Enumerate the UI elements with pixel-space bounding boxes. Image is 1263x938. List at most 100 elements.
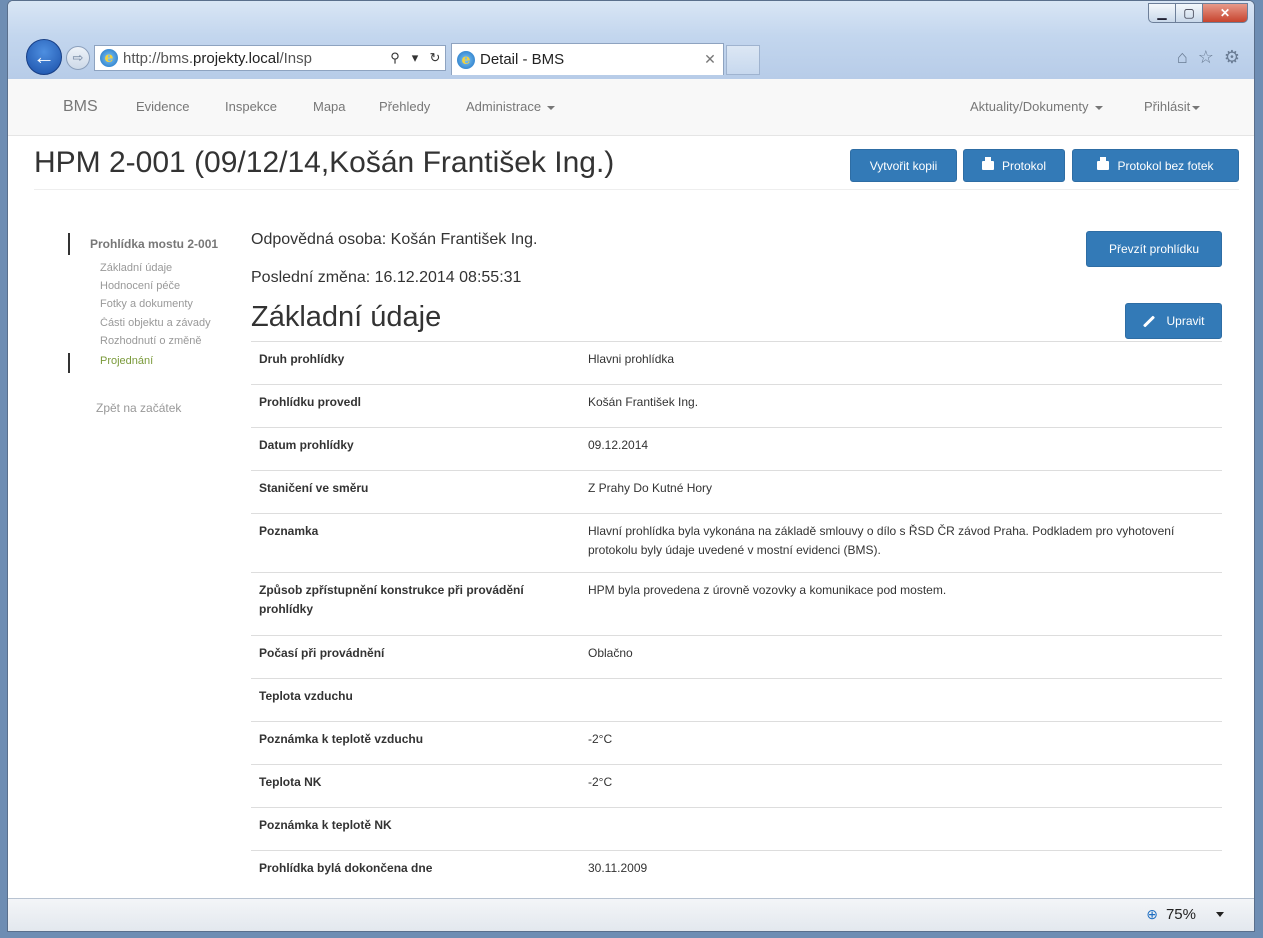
sidebar-active-marker xyxy=(68,233,70,255)
nav-prihlasit-label: Přihlásit xyxy=(1144,99,1191,114)
edit-button[interactable]: Upravit xyxy=(1125,303,1222,339)
protocol-label: Protokol xyxy=(1001,158,1047,173)
settings-gear-icon[interactable]: ⚙ xyxy=(1224,47,1240,68)
table-row: Prohlídka bylá dokončena dne 30.11.2009 xyxy=(251,850,1222,894)
dropdown-arrow-icon[interactable]: ▾ xyxy=(405,50,425,66)
table-row: Poznámka k teplotě NK xyxy=(251,807,1222,851)
print-icon xyxy=(1097,157,1110,170)
nav-evidence[interactable]: Evidence xyxy=(136,99,189,114)
table-row: Staničení ve směru Z Prahy Do Kutné Hory xyxy=(251,470,1222,514)
sidebar-item-casti-objektu[interactable]: Části objektu a závady xyxy=(100,317,228,329)
tab-title: Detail - BMS xyxy=(480,51,565,68)
detail-key: Prohlídku provedl xyxy=(251,384,580,428)
table-row: Poznamka Hlavní prohlídka byla vykonána n… xyxy=(251,513,1222,573)
favorites-star-icon[interactable]: ☆ xyxy=(1198,47,1214,68)
protocol-button[interactable]: Protokol xyxy=(963,149,1065,182)
detail-value: Hlavni prohlídka xyxy=(580,341,1222,385)
detail-key: Teplota NK xyxy=(251,764,580,808)
caret-down-icon xyxy=(1192,105,1201,110)
nav-administrace-label: Administrace xyxy=(466,99,542,114)
sidebar-item-rozhodnuti[interactable]: Rozhodnutí o změně xyxy=(100,335,228,347)
table-row: Datum prohlídky 09.12.2014 xyxy=(251,427,1222,471)
detail-value: Oblačno xyxy=(580,635,1222,679)
sidebar-item-main[interactable]: Prohlídka mostu 2-001 xyxy=(90,237,228,251)
nav-administrace[interactable]: Administrace xyxy=(466,99,556,114)
browser-chrome: ▁ ▢ ✕ ← ⇨ e http://bms.projekty.local/In… xyxy=(8,1,1254,80)
detail-key: Druh prohlídky xyxy=(251,341,580,385)
table-row: Počasí při provádnění Oblačno xyxy=(251,635,1222,679)
ie-tab-icon: e xyxy=(457,50,475,69)
forward-button[interactable]: ⇨ xyxy=(66,46,90,70)
back-arrow-icon: ← xyxy=(33,44,55,69)
nav-aktuality-label: Aktuality/Dokumenty xyxy=(970,99,1089,114)
details-table: Druh prohlídky Hlavni prohlídka Prohlídku… xyxy=(251,341,1222,894)
zoom-level: 75% xyxy=(1165,906,1196,923)
sidebar-item-fotky[interactable]: Fotky a dokumenty xyxy=(100,298,228,310)
url-domain: projekty.local xyxy=(193,49,280,67)
detail-key: Staničení ve směru xyxy=(251,470,580,514)
browser-toolbar-right: ⌂ ☆ ⚙ xyxy=(1177,47,1240,68)
brand-link[interactable]: BMS xyxy=(63,98,98,116)
window-controls: ▁ ▢ ✕ xyxy=(1148,3,1248,23)
maximize-button[interactable]: ▢ xyxy=(1175,3,1203,23)
caret-down-icon xyxy=(547,105,556,110)
detail-value: HPM byla provedena z úrovně vozovky a ko… xyxy=(580,572,1222,636)
table-row: Teplota NK -2°C xyxy=(251,764,1222,808)
detail-value: 09.12.2014 xyxy=(580,427,1222,471)
detail-key: Způsob zpřístupnění konstrukce při prová… xyxy=(251,572,580,636)
nav-mapa[interactable]: Mapa xyxy=(313,99,346,114)
search-icon[interactable]: ⚲ xyxy=(385,50,405,66)
detail-key: Počasí při provádnění xyxy=(251,635,580,679)
caret-down-icon xyxy=(1094,105,1103,110)
browser-window: ▁ ▢ ✕ ← ⇨ e http://bms.projekty.local/In… xyxy=(7,0,1255,932)
nav-inspekce[interactable]: Inspekce xyxy=(225,99,277,114)
minimize-button[interactable]: ▁ xyxy=(1148,3,1176,23)
new-tab-button[interactable] xyxy=(726,45,760,75)
detail-value: Z Prahy Do Kutné Hory xyxy=(580,470,1222,514)
sidebar-item-hodnoceni-pece[interactable]: Hodnocení péče xyxy=(100,280,228,292)
sidebar-item-projednani[interactable]: Projednání xyxy=(100,355,228,367)
create-copy-button[interactable]: Vytvořit kopii xyxy=(850,149,957,182)
detail-value xyxy=(580,678,1222,722)
detail-value: -2°C xyxy=(580,764,1222,808)
nav-aktuality[interactable]: Aktuality/Dokumenty xyxy=(970,99,1103,114)
zoom-dropdown-icon[interactable] xyxy=(1216,912,1224,917)
address-bar[interactable]: e http://bms.projekty.local/Insp ⚲ ▾ ↻ xyxy=(94,45,446,71)
responsible-person: Odpovědná osoba: Košán František Ing. xyxy=(251,231,538,248)
zoom-magnifier-icon: ⊕ xyxy=(1146,906,1158,922)
detail-key: Teplota vzduchu xyxy=(251,678,580,722)
sidebar-back-link[interactable]: Zpět na začátek xyxy=(96,401,224,415)
table-row: Prohlídku provedl Košán František Ing. xyxy=(251,384,1222,428)
detail-value xyxy=(580,807,1222,851)
home-icon[interactable]: ⌂ xyxy=(1177,47,1188,68)
back-button[interactable]: ← xyxy=(26,39,62,75)
detail-key: Prohlídka bylá dokončena dne xyxy=(251,850,580,894)
status-bar: ⊕ 75% xyxy=(8,898,1254,931)
nav-prehledy[interactable]: Přehledy xyxy=(379,99,430,114)
close-tab-icon[interactable]: ✕ xyxy=(697,51,723,68)
close-window-button[interactable]: ✕ xyxy=(1202,3,1248,23)
last-change: Poslední změna: 16.12.2014 08:55:31 xyxy=(251,269,522,286)
detail-value: -2°C xyxy=(580,721,1222,765)
table-row: Způsob zpřístupnění konstrukce při prová… xyxy=(251,572,1222,636)
protocol-no-photos-button[interactable]: Protokol bez fotek xyxy=(1072,149,1239,182)
zoom-control[interactable]: ⊕ 75% xyxy=(1146,906,1224,923)
table-row: Poznámka k teplotě vzduchu -2°C xyxy=(251,721,1222,765)
take-over-button[interactable]: Převzít prohlídku xyxy=(1086,231,1222,267)
url-path: /Insp xyxy=(279,49,312,67)
protocol-no-photos-label: Protokol bez fotek xyxy=(1117,158,1214,173)
pencil-icon xyxy=(1143,314,1156,328)
detail-value: Košán František Ing. xyxy=(580,384,1222,428)
nav-prihlasit[interactable]: Přihlásit xyxy=(1144,99,1201,114)
table-row: Teplota vzduchu xyxy=(251,678,1222,722)
page-title: HPM 2-001 (09/12/14,Košán František Ing.… xyxy=(34,146,615,179)
address-url[interactable]: http://bms.projekty.local/Insp xyxy=(123,50,385,67)
detail-key: Poznámka k teplotě NK xyxy=(251,807,580,851)
edit-label: Upravit xyxy=(1166,314,1205,328)
url-scheme: http://bms. xyxy=(123,49,194,67)
refresh-icon[interactable]: ↻ xyxy=(425,50,445,66)
forward-arrow-icon: ⇨ xyxy=(72,50,84,65)
sidebar-item-zakladni-udaje[interactable]: Základní údaje xyxy=(100,262,228,274)
section-title: Základní údaje xyxy=(251,301,442,333)
tab-detail[interactable]: e Detail - BMS ✕ xyxy=(451,43,724,75)
